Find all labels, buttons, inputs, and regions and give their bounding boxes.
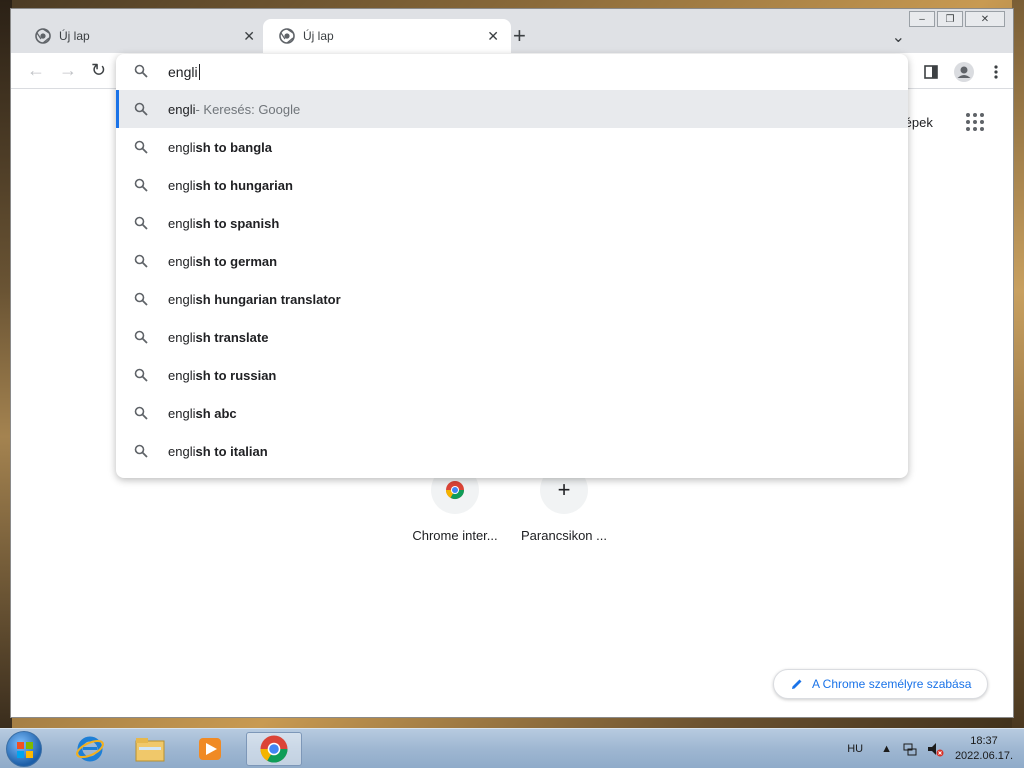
- tab-title: Új lap: [59, 29, 90, 43]
- text-cursor: [198, 64, 200, 80]
- clock-date: 2022.06.17.: [954, 750, 1014, 762]
- system-tray: HU ▲ 18:37 2022.06.17.: [847, 729, 1024, 768]
- search-icon: [134, 330, 150, 344]
- suggestion-completion: sh to italian: [195, 443, 268, 459]
- close-tab-icon[interactable]: ✕: [243, 28, 255, 45]
- shortcut-label: Chrome inter...: [412, 528, 498, 543]
- windows-logo-icon: [17, 742, 33, 758]
- suggestion-completion: sh to german: [195, 253, 278, 269]
- suggestion-description: - Keresés: Google: [195, 101, 301, 117]
- taskbar-internet-explorer[interactable]: [62, 732, 118, 766]
- shortcut-label: Parancsikon ...: [521, 528, 607, 543]
- folder-icon: [135, 738, 165, 762]
- clock[interactable]: 18:37 2022.06.17.: [954, 734, 1014, 764]
- taskbar-media-player[interactable]: [182, 732, 238, 766]
- new-tab-button[interactable]: +: [513, 25, 526, 47]
- language-indicator[interactable]: HU: [847, 743, 863, 755]
- search-icon: [134, 254, 150, 268]
- search-icon: [134, 444, 150, 458]
- suggestion-typed: engli: [168, 291, 196, 307]
- profile-avatar-icon[interactable]: [953, 61, 975, 83]
- toolbar-right: [923, 61, 1003, 83]
- suggestion-typed: engli: [168, 177, 196, 193]
- suggestion-item[interactable]: engli sh to spanish: [116, 204, 908, 242]
- customize-chrome-button[interactable]: A Chrome személyre szabása: [773, 669, 989, 699]
- show-hidden-icons-icon[interactable]: ▲: [881, 743, 892, 755]
- search-icon: [134, 64, 150, 81]
- tab-new-tab-2[interactable]: Új lap ✕: [263, 19, 511, 53]
- suggestion-completion: sh to hungarian: [195, 177, 293, 193]
- search-icon: [134, 292, 150, 306]
- suggestion-typed: engli: [168, 443, 196, 459]
- suggestion-typed: engli: [168, 253, 196, 269]
- taskbar-chrome[interactable]: [246, 732, 302, 766]
- taskbar: HU ▲ 18:37 2022.06.17.: [0, 728, 1024, 768]
- suggestion-item[interactable]: engli sh to russian: [116, 356, 908, 394]
- search-icon: [134, 102, 150, 116]
- volume-muted-icon[interactable]: [926, 741, 944, 757]
- start-button[interactable]: [6, 731, 42, 767]
- internet-explorer-icon: [76, 736, 104, 762]
- back-arrow-icon[interactable]: ←: [27, 61, 45, 79]
- chrome-favicon-icon: [35, 28, 51, 44]
- tab-search-chevron-icon[interactable]: ⌄: [892, 27, 905, 47]
- omnibox-dropdown: engli engli - Keresés: Google engli sh to…: [116, 54, 908, 478]
- suggestion-completion: sh hungarian translator: [195, 291, 341, 307]
- search-icon: [134, 368, 150, 382]
- tab-title: Új lap: [303, 29, 334, 43]
- search-icon: [134, 140, 150, 154]
- suggestion-item[interactable]: engli sh hungarian translator: [116, 280, 908, 318]
- customize-label: A Chrome személyre szabása: [812, 677, 972, 691]
- suggestion-typed: engli: [168, 329, 196, 345]
- search-icon: [134, 178, 150, 192]
- suggestion-completion: sh to russian: [195, 367, 277, 383]
- suggestion-item[interactable]: engli sh to bangla: [116, 128, 908, 166]
- suggestion-item[interactable]: engli sh abc: [116, 394, 908, 432]
- address-bar[interactable]: engli: [116, 54, 908, 90]
- suggestion-completion: sh to bangla: [195, 139, 273, 155]
- network-icon[interactable]: [902, 741, 918, 757]
- suggestion-typed: engli: [168, 101, 196, 117]
- chrome-icon: [260, 735, 288, 763]
- chrome-favicon-icon: [279, 28, 295, 44]
- suggestion-typed: engli: [168, 139, 196, 155]
- suggestion-completion: sh to spanish: [195, 215, 280, 231]
- close-tab-icon[interactable]: ✕: [487, 28, 499, 45]
- tab-new-tab-1[interactable]: Új lap ✕: [19, 19, 267, 53]
- suggestion-item[interactable]: engli sh to hungarian: [116, 166, 908, 204]
- suggestion-typed: engli: [168, 405, 196, 421]
- pencil-icon: [792, 679, 802, 689]
- side-panel-icon[interactable]: [923, 64, 939, 80]
- suggestion-typed: engli: [168, 215, 196, 231]
- menu-kebab-icon[interactable]: [989, 64, 1003, 80]
- clock-time: 18:37: [970, 735, 998, 747]
- taskbar-file-explorer[interactable]: [122, 732, 178, 766]
- media-player-icon: [199, 738, 221, 760]
- suggestion-item[interactable]: engli sh to german: [116, 242, 908, 280]
- suggestion-completion: sh translate: [195, 329, 269, 345]
- search-icon: [134, 406, 150, 420]
- tab-strip: Új lap ✕ Új lap ✕ + ⌄: [11, 19, 1013, 53]
- reload-icon[interactable]: ↻: [91, 61, 106, 79]
- suggestion-item[interactable]: engli sh translate: [116, 318, 908, 356]
- address-bar-text: engli: [168, 64, 198, 80]
- google-apps-icon[interactable]: [966, 113, 984, 131]
- suggestion-item[interactable]: engli sh to italian: [116, 432, 908, 470]
- suggestion-typed: engli: [168, 367, 196, 383]
- suggestion-item[interactable]: engli - Keresés: Google: [116, 90, 908, 128]
- suggestion-completion: sh abc: [195, 405, 237, 421]
- search-icon: [134, 216, 150, 230]
- suggestion-list: engli - Keresés: Google engli sh to bangl…: [116, 90, 908, 470]
- forward-arrow-icon[interactable]: →: [59, 61, 77, 79]
